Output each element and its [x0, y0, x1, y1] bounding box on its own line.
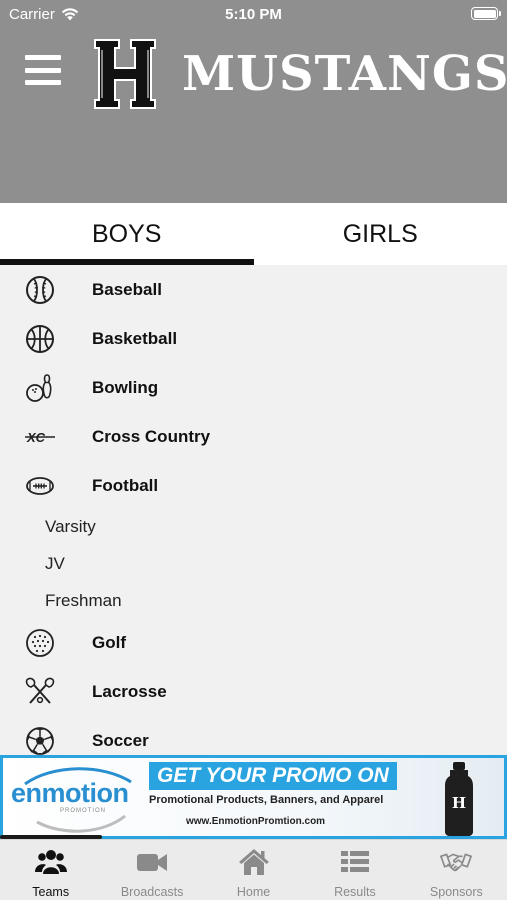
sport-label: Cross Country	[92, 426, 211, 446]
sports-list: Baseball Basketball Bowling XC Cross Cou…	[0, 265, 507, 755]
status-bar: Carrier 5:10 PM	[0, 0, 507, 28]
sport-label: Golf	[92, 632, 126, 652]
level-label: Freshman	[45, 590, 122, 610]
tabbar-broadcasts[interactable]: Broadcasts	[101, 840, 202, 900]
gender-tabs: BOYS GIRLS	[0, 203, 507, 265]
tabbar-label: Home	[236, 885, 271, 899]
sport-label: Lacrosse	[92, 681, 167, 701]
tabbar-label: Broadcasts	[120, 885, 184, 899]
sponsor-banner[interactable]: enmotion PROMOTION GET YOUR PROMO ON Pro…	[0, 755, 507, 839]
lacrosse-sticks-icon	[25, 677, 55, 704]
banner-url: www.EnmotionPromtion.com	[186, 816, 326, 827]
golf-ball-icon	[26, 629, 54, 657]
menu-bar	[25, 67, 61, 73]
tabbar-label: Results	[334, 885, 376, 899]
tab-boys[interactable]: BOYS	[0, 203, 254, 265]
sport-item-golf[interactable]: Golf	[0, 618, 507, 667]
football-level-jv[interactable]: JV	[45, 545, 65, 582]
app-header: Carrier 5:10 PM MUSTANGS	[0, 0, 507, 203]
bowling-icon	[26, 374, 52, 402]
baseball-icon	[26, 276, 54, 304]
sport-item-basketball[interactable]: Basketball	[0, 314, 507, 363]
menu-bar	[25, 80, 61, 85]
sport-item-bowling[interactable]: Bowling	[0, 363, 507, 412]
tab-boys-label: BOYS	[92, 219, 162, 248]
tabbar-sponsors[interactable]: Sponsors	[406, 840, 507, 900]
sport-item-football[interactable]: Football	[0, 461, 507, 510]
teams-icon	[34, 850, 67, 874]
list-icon	[340, 851, 369, 872]
home-icon	[238, 849, 269, 875]
tabbar-teams[interactable]: Teams	[0, 840, 101, 900]
cross-country-icon: XC	[25, 430, 55, 445]
menu-button[interactable]	[25, 55, 61, 85]
banner-tagline: Promotional Products, Banners, and Appar…	[149, 794, 384, 806]
tab-girls-label: GIRLS	[342, 219, 418, 248]
sport-label: Baseball	[92, 279, 162, 299]
sport-label: Football	[92, 475, 159, 495]
banner-brand-sub: PROMOTION	[60, 808, 106, 814]
banner-brand: enmotion	[11, 778, 129, 808]
bottom-tab-bar: Teams Broadcasts Home Results Sponsors	[0, 839, 507, 900]
sport-item-baseball[interactable]: Baseball	[0, 265, 507, 314]
football-level-varsity[interactable]: Varsity	[45, 508, 96, 545]
level-label: Varsity	[45, 516, 96, 536]
bottle-letter: H	[452, 794, 466, 812]
sport-item-lacrosse[interactable]: Lacrosse	[0, 667, 507, 716]
video-camera-icon	[137, 854, 168, 871]
tabbar-home[interactable]: Home	[203, 840, 304, 900]
basketball-icon	[26, 325, 54, 353]
football-icon	[26, 477, 54, 495]
sport-item-cross-country[interactable]: XC Cross Country	[0, 412, 507, 461]
sport-label: Soccer	[92, 730, 149, 750]
team-name: MUSTANGS	[182, 46, 507, 102]
tab-girls[interactable]: GIRLS	[254, 203, 507, 265]
sport-label: Bowling	[92, 377, 159, 397]
team-logo-h-icon	[94, 39, 156, 109]
menu-bar	[25, 55, 61, 60]
tabbar-label: Teams	[32, 885, 70, 899]
tabbar-label: Sponsors	[429, 885, 483, 899]
sport-item-soccer[interactable]: Soccer	[0, 716, 507, 755]
soccer-ball-icon	[26, 727, 54, 755]
banner-headline: GET YOUR PROMO ON	[149, 762, 397, 790]
battery-icon	[471, 7, 501, 20]
status-time: 5:10 PM	[225, 6, 282, 23]
level-label: JV	[45, 553, 65, 573]
football-level-freshman[interactable]: Freshman	[45, 582, 122, 619]
sport-label: Basketball	[92, 328, 178, 348]
handshake-icon	[440, 853, 473, 872]
water-bottle-icon: H	[445, 762, 473, 836]
tabbar-results[interactable]: Results	[304, 840, 405, 900]
